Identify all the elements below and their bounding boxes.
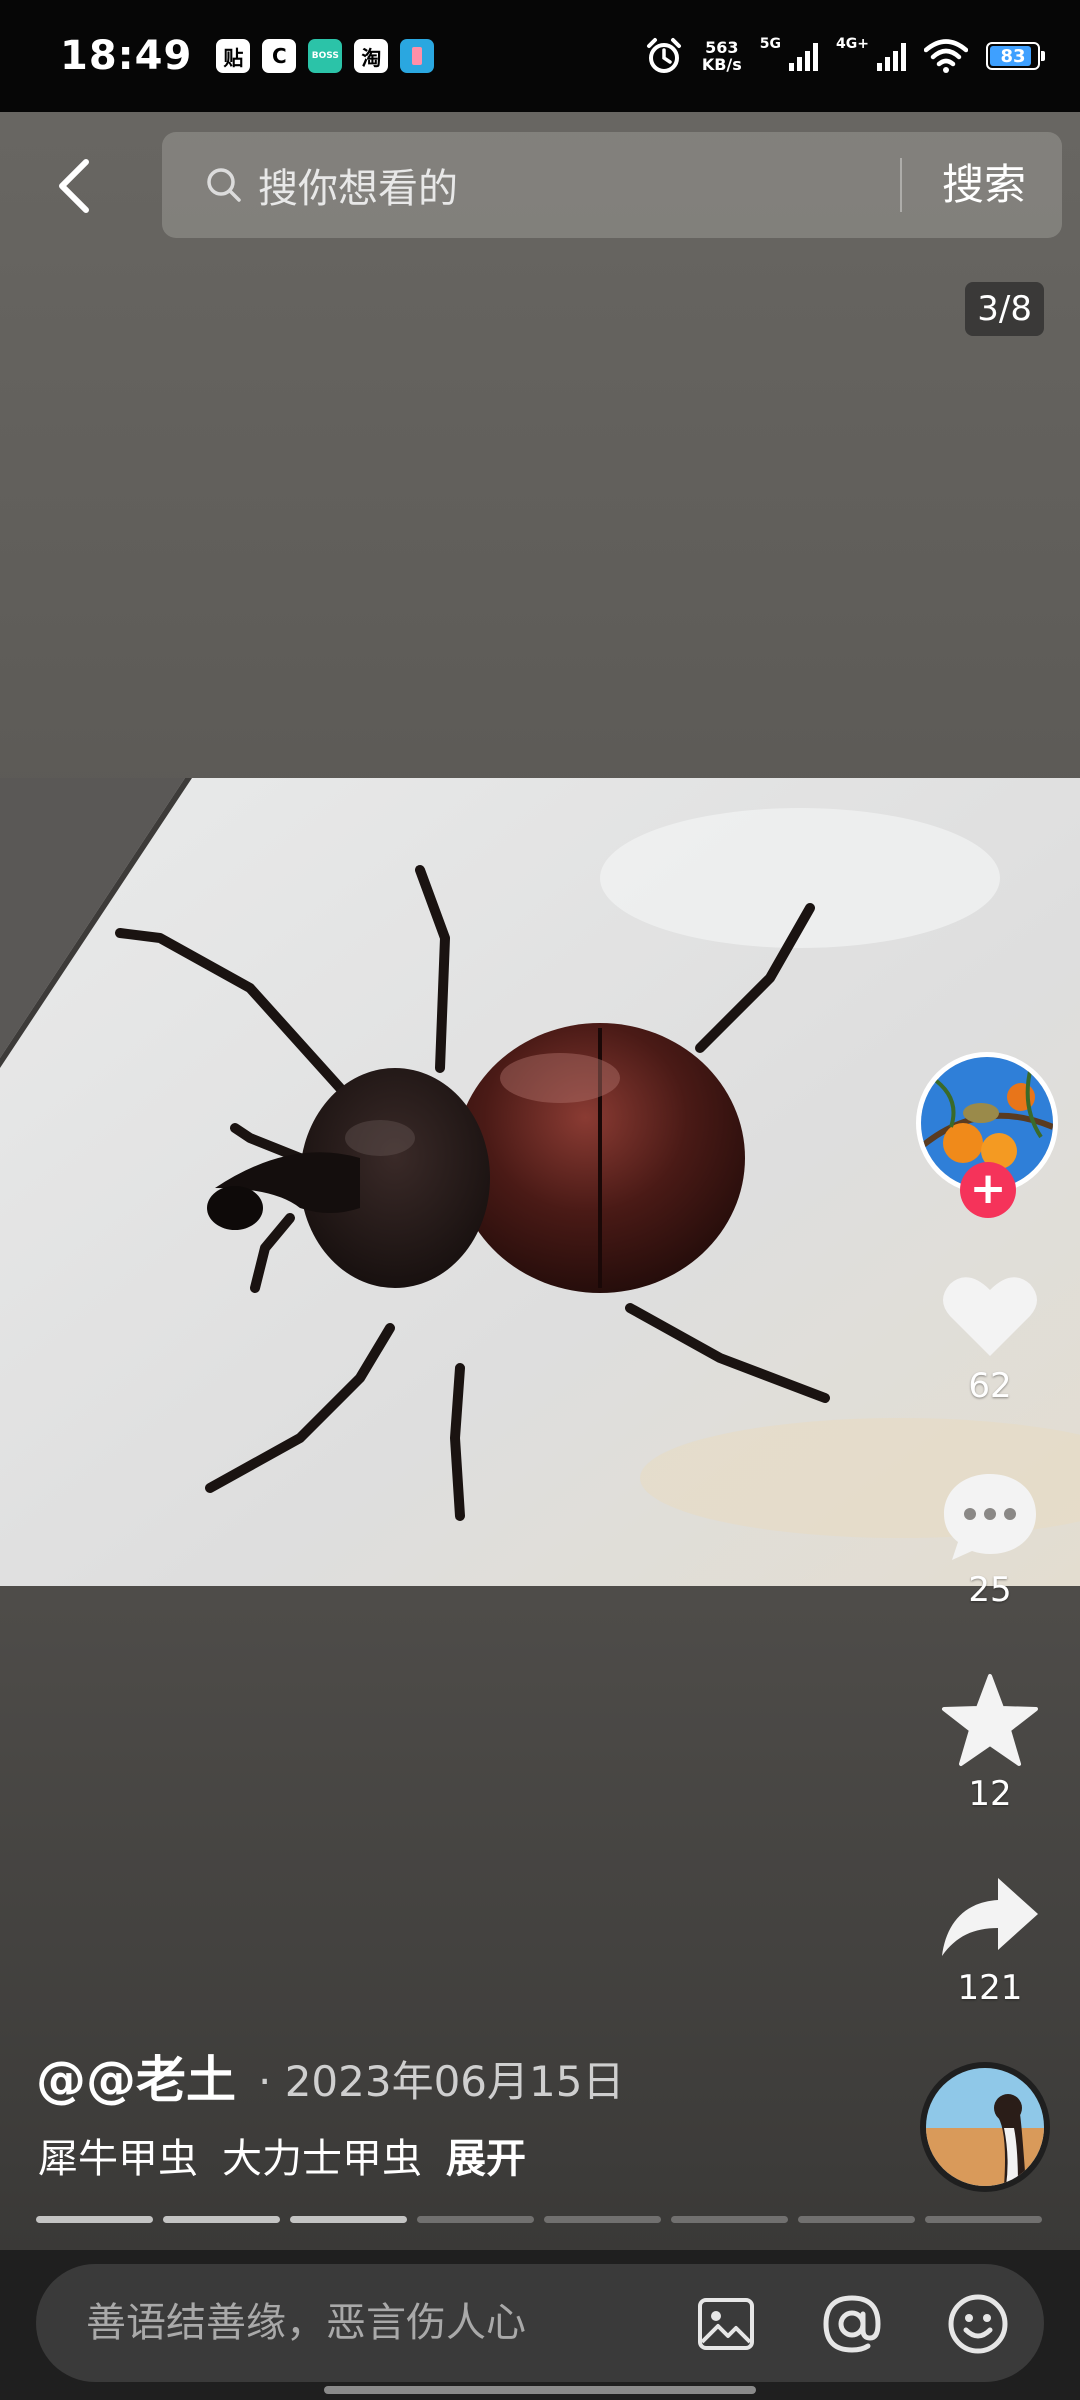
progress-segment [163,2216,280,2223]
progress-segment [417,2216,534,2223]
app-icon [400,39,435,73]
comment-count: 25 [968,1570,1012,1610]
signal-4g-label: 4G+ [836,36,869,52]
progress-segment [290,2216,407,2223]
search-placeholder: 搜你想看的 [258,166,458,212]
expand-button[interactable]: 展开 [446,2126,526,2184]
like-count: 62 [968,1366,1012,1406]
taobao-icon: 淘 [354,39,389,73]
music-disc[interactable] [920,2062,1050,2192]
wifi-icon [924,39,968,73]
at-icon [823,2295,881,2353]
signal-5g-icon [789,41,819,71]
heart-icon [943,1277,1037,1356]
progress-segment [544,2216,661,2223]
status-bar: 18:49 贴 C BOSS 淘 563 KB/s 5G 4G+ 83 [0,0,1080,112]
share-count: 121 [957,1968,1023,2008]
favorite-count: 12 [968,1774,1012,1814]
like-button[interactable]: 62 [930,1270,1050,1406]
emoji-button[interactable] [946,2292,1010,2356]
emoji-icon [948,2294,1008,2354]
gallery-progress [36,2216,1042,2223]
progress-segment [671,2216,788,2223]
progress-segment [798,2216,915,2223]
c-app-icon: C [262,39,297,73]
signal-5g-label: 5G [759,36,782,52]
progress-segment [925,2216,1042,2223]
post-image[interactable] [0,778,1080,1586]
comment-input[interactable]: 善语结善缘，恶言伤人心 [36,2264,1044,2382]
tag-item[interactable]: 大力士甲虫 [222,2126,422,2184]
back-button[interactable] [44,150,104,222]
chevron-left-icon [59,159,89,213]
image-icon [698,2298,754,2350]
home-indicator [324,2386,756,2394]
tieba-icon: 贴 [216,39,251,73]
tag-item[interactable]: 犀牛甲虫 [38,2126,198,2184]
signal-4g-icon [877,41,906,71]
comment-button[interactable]: 25 [930,1470,1050,1610]
page-counter: 3/8 [965,282,1044,336]
comment-icon [944,1474,1036,1560]
net-speed: 563 KB/s [701,38,742,74]
comment-placeholder: 善语结善缘，恶言伤人心 [86,2300,526,2346]
mention-button[interactable] [820,2292,884,2356]
favorite-button[interactable]: 12 [930,1672,1050,1814]
star-icon [942,1674,1038,1766]
progress-segment [36,2216,153,2223]
boss-zhipin-icon: BOSS [308,39,343,73]
post-tags: 犀牛甲虫 大力士甲虫 展开 [38,2126,526,2184]
share-icon [942,1878,1038,1956]
follow-button[interactable]: + [960,1162,1016,1218]
share-button[interactable]: 121 [930,1872,1050,2008]
comment-bar: 善语结善缘，恶言伤人心 [0,2250,1080,2400]
alarm-icon [646,38,681,73]
search-button[interactable]: 搜索 [942,132,1026,238]
status-time: 18:49 [60,33,193,79]
image-button[interactable] [694,2292,758,2356]
post-date: · 2023年06月15日 [258,2057,625,2106]
search-icon [207,168,241,202]
battery-indicator: 83 [986,42,1045,70]
search-divider [900,158,902,212]
author-username[interactable]: @@老土 [36,2040,236,2112]
search-input[interactable]: 搜你想看的 搜索 [162,132,1062,238]
